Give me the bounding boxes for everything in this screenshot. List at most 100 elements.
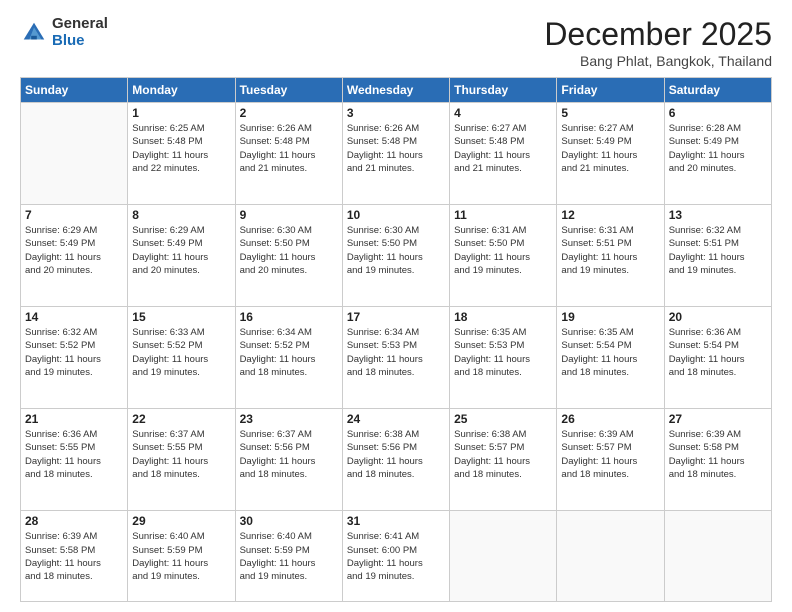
day-number: 10 <box>347 208 445 222</box>
day-number: 5 <box>561 106 659 120</box>
logo-icon <box>20 19 48 47</box>
day-info: Sunrise: 6:32 AMSunset: 5:51 PMDaylight:… <box>669 224 767 277</box>
day-cell: 14 Sunrise: 6:32 AMSunset: 5:52 PMDayligh… <box>21 307 128 409</box>
day-info: Sunrise: 6:32 AMSunset: 5:52 PMDaylight:… <box>25 326 123 379</box>
weekday-header-monday: Monday <box>128 78 235 103</box>
day-number: 8 <box>132 208 230 222</box>
day-cell: 4 Sunrise: 6:27 AMSunset: 5:48 PMDaylight… <box>450 103 557 205</box>
week-row-5: 28 Sunrise: 6:39 AMSunset: 5:58 PMDayligh… <box>21 511 772 602</box>
logo-blue: Blue <box>52 33 108 50</box>
day-cell: 15 Sunrise: 6:33 AMSunset: 5:52 PMDayligh… <box>128 307 235 409</box>
weekday-header-saturday: Saturday <box>664 78 771 103</box>
day-number: 17 <box>347 310 445 324</box>
day-number: 13 <box>669 208 767 222</box>
day-number: 29 <box>132 514 230 528</box>
day-info: Sunrise: 6:35 AMSunset: 5:53 PMDaylight:… <box>454 326 552 379</box>
day-cell: 20 Sunrise: 6:36 AMSunset: 5:54 PMDayligh… <box>664 307 771 409</box>
day-cell: 9 Sunrise: 6:30 AMSunset: 5:50 PMDaylight… <box>235 205 342 307</box>
day-cell: 16Sunrise: 6:34 AMSunset: 5:52 PMDayligh… <box>235 307 342 409</box>
logo: General Blue <box>20 16 108 49</box>
day-number: 27 <box>669 412 767 426</box>
day-cell: 27Sunrise: 6:39 AMSunset: 5:58 PMDayligh… <box>664 409 771 511</box>
day-cell: 11Sunrise: 6:31 AMSunset: 5:50 PMDayligh… <box>450 205 557 307</box>
day-number: 28 <box>25 514 123 528</box>
day-info: Sunrise: 6:36 AMSunset: 5:55 PMDaylight:… <box>25 428 123 481</box>
week-row-1: 1Sunrise: 6:25 AMSunset: 5:48 PMDaylight… <box>21 103 772 205</box>
location: Bang Phlat, Bangkok, Thailand <box>544 53 772 69</box>
day-info: Sunrise: 6:37 AMSunset: 5:55 PMDaylight:… <box>132 428 230 481</box>
day-info: Sunrise: 6:25 AMSunset: 5:48 PMDaylight:… <box>132 122 230 175</box>
day-cell: 28 Sunrise: 6:39 AMSunset: 5:58 PMDayligh… <box>21 511 128 602</box>
day-info: Sunrise: 6:39 AMSunset: 5:57 PMDaylight:… <box>561 428 659 481</box>
day-info: Sunrise: 6:27 AMSunset: 5:48 PMDaylight:… <box>454 122 552 175</box>
day-info: Sunrise: 6:30 AMSunset: 5:50 PMDaylight:… <box>240 224 338 277</box>
title-block: December 2025 Bang Phlat, Bangkok, Thail… <box>544 16 772 69</box>
day-cell <box>450 511 557 602</box>
day-cell: 22Sunrise: 6:37 AMSunset: 5:55 PMDayligh… <box>128 409 235 511</box>
day-info: Sunrise: 6:29 AMSunset: 5:49 PMDaylight:… <box>25 224 123 277</box>
day-cell: 30 Sunrise: 6:40 AMSunset: 5:59 PMDayligh… <box>235 511 342 602</box>
day-info: Sunrise: 6:40 AMSunset: 5:59 PMDaylight:… <box>132 530 230 583</box>
weekday-header-thursday: Thursday <box>450 78 557 103</box>
day-info: Sunrise: 6:39 AMSunset: 5:58 PMDaylight:… <box>25 530 123 583</box>
day-info: Sunrise: 6:31 AMSunset: 5:50 PMDaylight:… <box>454 224 552 277</box>
day-number: 12 <box>561 208 659 222</box>
day-info: Sunrise: 6:41 AMSunset: 6:00 PMDaylight:… <box>347 530 445 583</box>
day-cell: 17Sunrise: 6:34 AMSunset: 5:53 PMDayligh… <box>342 307 449 409</box>
day-cell: 25Sunrise: 6:38 AMSunset: 5:57 PMDayligh… <box>450 409 557 511</box>
day-number: 15 <box>132 310 230 324</box>
day-cell <box>557 511 664 602</box>
week-row-2: 7 Sunrise: 6:29 AMSunset: 5:49 PMDaylight… <box>21 205 772 307</box>
day-number: 14 <box>25 310 123 324</box>
day-cell: 7 Sunrise: 6:29 AMSunset: 5:49 PMDaylight… <box>21 205 128 307</box>
day-cell: 19Sunrise: 6:35 AMSunset: 5:54 PMDayligh… <box>557 307 664 409</box>
day-number: 23 <box>240 412 338 426</box>
weekday-header-tuesday: Tuesday <box>235 78 342 103</box>
day-info: Sunrise: 6:36 AMSunset: 5:54 PMDaylight:… <box>669 326 767 379</box>
day-cell: 31Sunrise: 6:41 AMSunset: 6:00 PMDayligh… <box>342 511 449 602</box>
day-info: Sunrise: 6:30 AMSunset: 5:50 PMDaylight:… <box>347 224 445 277</box>
day-number: 30 <box>240 514 338 528</box>
day-cell <box>21 103 128 205</box>
header: General Blue December 2025 Bang Phlat, B… <box>20 16 772 69</box>
day-cell: 24Sunrise: 6:38 AMSunset: 5:56 PMDayligh… <box>342 409 449 511</box>
day-cell: 6Sunrise: 6:28 AMSunset: 5:49 PMDaylight… <box>664 103 771 205</box>
day-number: 2 <box>240 106 338 120</box>
day-cell: 21 Sunrise: 6:36 AMSunset: 5:55 PMDayligh… <box>21 409 128 511</box>
day-cell: 23Sunrise: 6:37 AMSunset: 5:56 PMDayligh… <box>235 409 342 511</box>
day-info: Sunrise: 6:34 AMSunset: 5:52 PMDaylight:… <box>240 326 338 379</box>
weekday-header-wednesday: Wednesday <box>342 78 449 103</box>
day-cell: 10 Sunrise: 6:30 AMSunset: 5:50 PMDayligh… <box>342 205 449 307</box>
day-cell: 2 Sunrise: 6:26 AMSunset: 5:48 PMDaylight… <box>235 103 342 205</box>
day-info: Sunrise: 6:26 AMSunset: 5:48 PMDaylight:… <box>240 122 338 175</box>
day-cell: 3Sunrise: 6:26 AMSunset: 5:48 PMDaylight… <box>342 103 449 205</box>
weekday-header-row: SundayMondayTuesdayWednesdayThursdayFrid… <box>21 78 772 103</box>
day-cell: 26 Sunrise: 6:39 AMSunset: 5:57 PMDayligh… <box>557 409 664 511</box>
day-info: Sunrise: 6:33 AMSunset: 5:52 PMDaylight:… <box>132 326 230 379</box>
page: General Blue December 2025 Bang Phlat, B… <box>0 0 792 612</box>
day-number: 19 <box>561 310 659 324</box>
day-number: 25 <box>454 412 552 426</box>
day-cell: 8Sunrise: 6:29 AMSunset: 5:49 PMDaylight… <box>128 205 235 307</box>
day-info: Sunrise: 6:27 AMSunset: 5:49 PMDaylight:… <box>561 122 659 175</box>
day-number: 4 <box>454 106 552 120</box>
day-cell: 1Sunrise: 6:25 AMSunset: 5:48 PMDaylight… <box>128 103 235 205</box>
day-number: 26 <box>561 412 659 426</box>
logo-text: General Blue <box>52 16 108 49</box>
weekday-header-sunday: Sunday <box>21 78 128 103</box>
day-number: 20 <box>669 310 767 324</box>
day-number: 9 <box>240 208 338 222</box>
day-number: 18 <box>454 310 552 324</box>
month-title: December 2025 <box>544 16 772 53</box>
day-number: 21 <box>25 412 123 426</box>
day-info: Sunrise: 6:38 AMSunset: 5:56 PMDaylight:… <box>347 428 445 481</box>
day-info: Sunrise: 6:26 AMSunset: 5:48 PMDaylight:… <box>347 122 445 175</box>
day-info: Sunrise: 6:40 AMSunset: 5:59 PMDaylight:… <box>240 530 338 583</box>
day-number: 7 <box>25 208 123 222</box>
day-cell: 18 Sunrise: 6:35 AMSunset: 5:53 PMDayligh… <box>450 307 557 409</box>
calendar-table: SundayMondayTuesdayWednesdayThursdayFrid… <box>20 77 772 602</box>
day-cell: 5 Sunrise: 6:27 AMSunset: 5:49 PMDaylight… <box>557 103 664 205</box>
day-cell: 13 Sunrise: 6:32 AMSunset: 5:51 PMDayligh… <box>664 205 771 307</box>
day-cell: 29 Sunrise: 6:40 AMSunset: 5:59 PMDayligh… <box>128 511 235 602</box>
weekday-header-friday: Friday <box>557 78 664 103</box>
